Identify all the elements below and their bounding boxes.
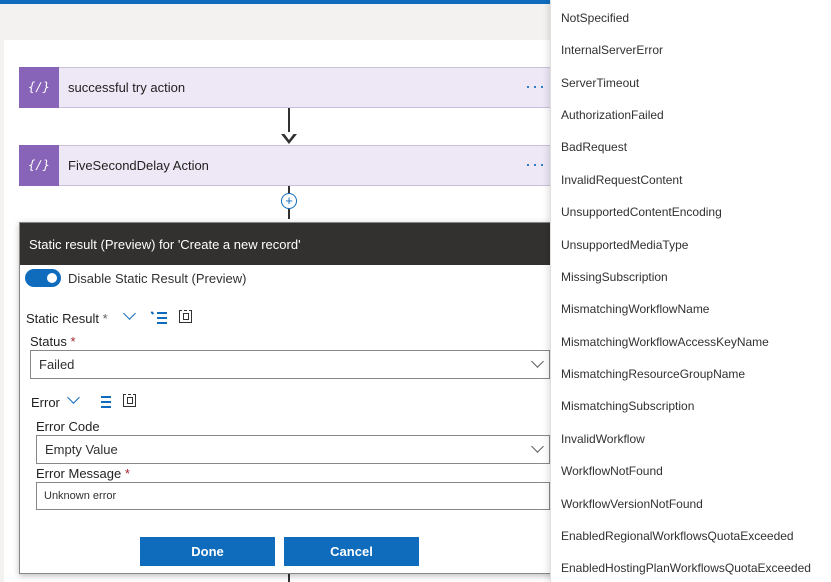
panel-title: Static result (Preview) for 'Create a ne… xyxy=(20,223,563,265)
dropdown-option[interactable]: MismatchingWorkflowName xyxy=(561,302,709,316)
dropdown-option[interactable]: UnsupportedMediaType xyxy=(561,238,688,252)
dropdown-option[interactable]: InternalServerError xyxy=(561,43,663,57)
done-button[interactable]: Done xyxy=(140,537,275,566)
dropdown-option[interactable]: ServerTimeout xyxy=(561,76,639,90)
schema-icon[interactable] xyxy=(179,310,192,323)
action-card-successful-try[interactable]: {∕} successful try action ··· xyxy=(19,66,559,108)
dropdown-option[interactable]: EnabledHostingPlanWorkflowsQuotaExceeded xyxy=(561,561,811,575)
error-code-dropdown-list: NotSpecified InternalServerError ServerT… xyxy=(550,0,831,582)
dropdown-option[interactable]: MissingSubscription xyxy=(561,270,668,284)
error-message-input[interactable]: Unknown error xyxy=(36,482,550,510)
status-select[interactable]: Failed xyxy=(30,350,550,379)
action-card-five-second-delay[interactable]: {∕} FiveSecondDelay Action ··· xyxy=(19,144,559,186)
list-icon[interactable] xyxy=(150,311,167,324)
more-options-icon[interactable]: ··· xyxy=(525,154,546,175)
error-label: Error xyxy=(31,395,60,410)
dropdown-option[interactable]: WorkflowNotFound xyxy=(561,464,663,478)
dropdown-option[interactable]: InvalidRequestContent xyxy=(561,173,682,187)
dropdown-option[interactable]: WorkflowVersionNotFound xyxy=(561,497,703,511)
connector-line xyxy=(288,209,290,219)
dropdown-option[interactable]: BadRequest xyxy=(561,140,627,154)
action-title: successful try action xyxy=(68,80,186,95)
chevron-down-icon[interactable] xyxy=(123,307,136,320)
dropdown-option[interactable]: MismatchingSubscription xyxy=(561,399,694,413)
dropdown-option[interactable]: MismatchingWorkflowAccessKeyName xyxy=(561,335,769,349)
add-step-icon[interactable]: + xyxy=(281,193,297,209)
static-result-panel: Static result (Preview) for 'Create a ne… xyxy=(19,222,564,574)
toggle-label: Disable Static Result (Preview) xyxy=(68,270,247,286)
dropdown-option[interactable]: EnabledRegionalWorkflowsQuotaExceeded xyxy=(561,529,794,543)
static-result-label: Static Result * xyxy=(26,311,108,326)
dropdown-option[interactable]: MismatchingResourceGroupName xyxy=(561,367,745,381)
cancel-button[interactable]: Cancel xyxy=(284,537,419,566)
list-icon[interactable] xyxy=(95,396,111,408)
dropdown-option[interactable]: AuthorizationFailed xyxy=(561,108,664,122)
dropdown-option[interactable]: InvalidWorkflow xyxy=(561,432,645,446)
schema-icon[interactable] xyxy=(123,394,136,407)
connector-line xyxy=(288,574,290,582)
chevron-down-icon[interactable] xyxy=(67,391,80,404)
error-code-select[interactable]: Empty Value xyxy=(36,435,550,464)
dropdown-option[interactable]: NotSpecified xyxy=(561,11,629,25)
error-message-label: Error Message * xyxy=(36,466,130,481)
compose-icon: {∕} xyxy=(19,66,59,108)
compose-icon: {∕} xyxy=(19,144,59,186)
connector-arrow-icon xyxy=(281,132,297,144)
error-code-label: Error Code xyxy=(36,419,100,434)
status-label: Status * xyxy=(30,334,76,349)
disable-static-result-toggle[interactable] xyxy=(25,269,61,287)
action-title: FiveSecondDelay Action xyxy=(68,158,209,173)
more-options-icon[interactable]: ··· xyxy=(525,76,546,97)
dropdown-option[interactable]: UnsupportedContentEncoding xyxy=(561,205,722,219)
